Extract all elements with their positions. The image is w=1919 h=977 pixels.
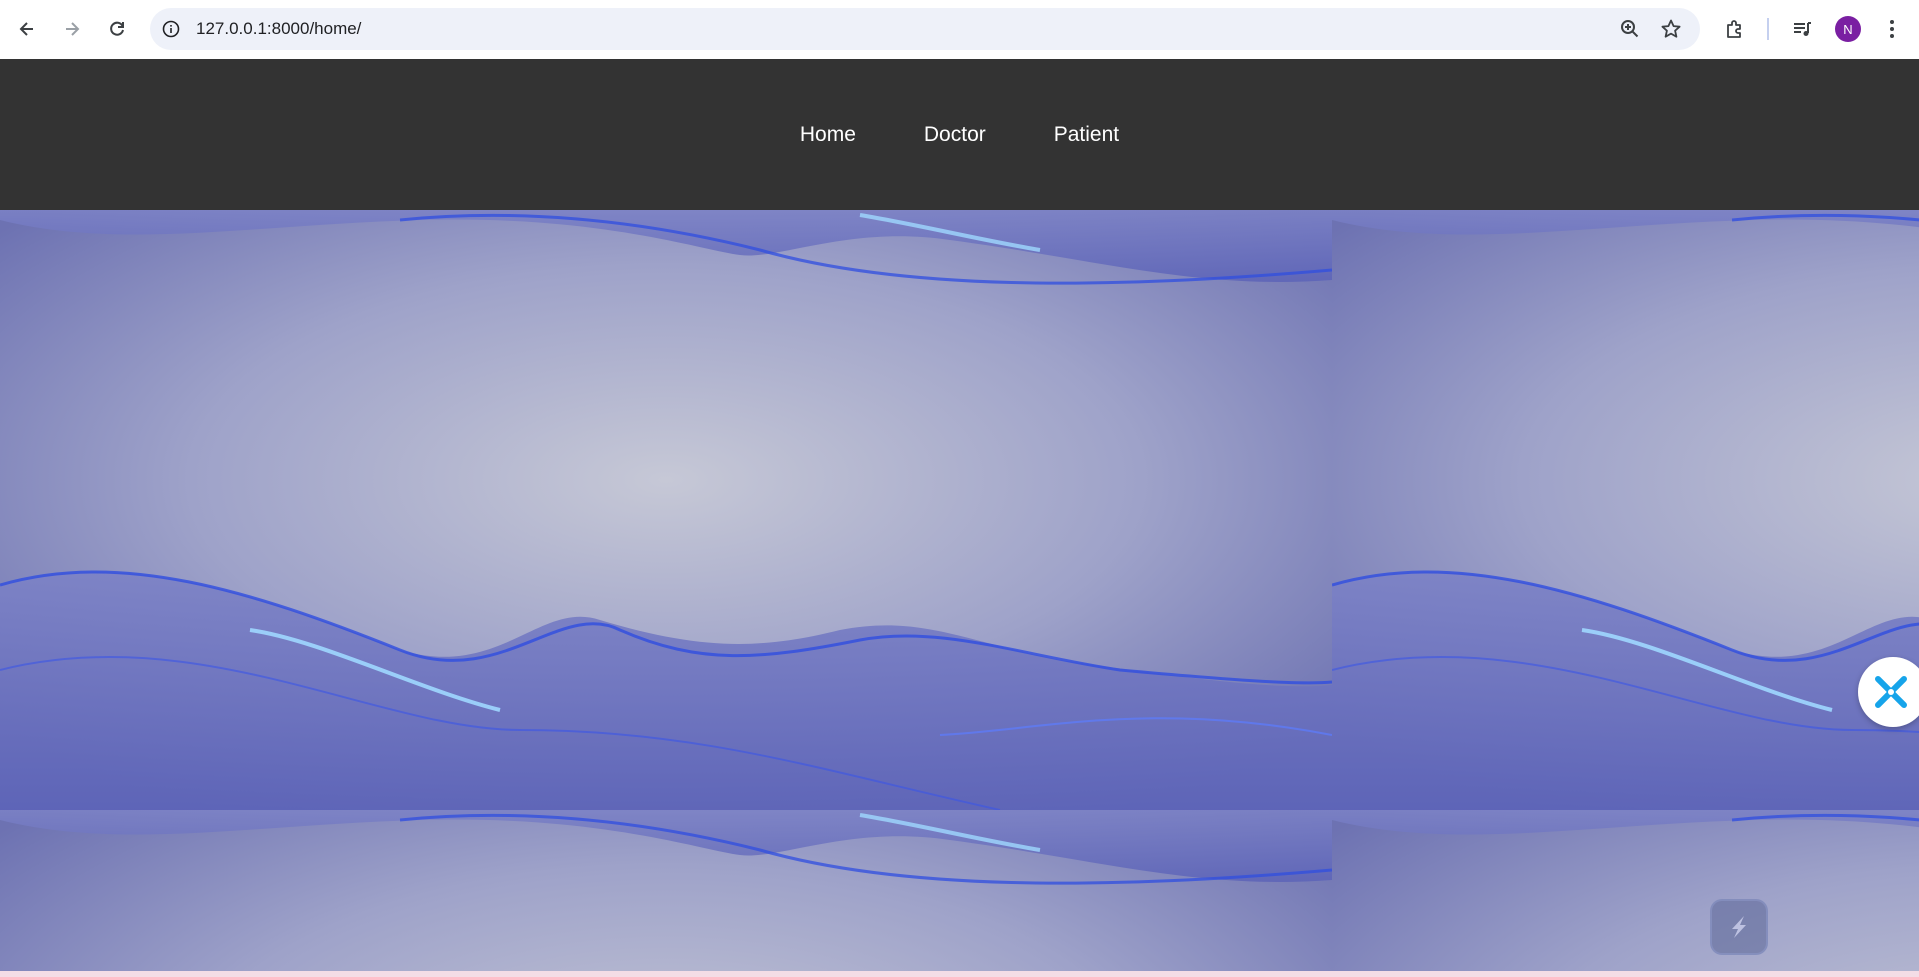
url-text[interactable]: 127.0.0.1:8000/home/ (196, 19, 361, 39)
nav-link-doctor[interactable]: Doctor (890, 123, 1020, 147)
main-navbar: Home Doctor Patient (0, 59, 1919, 210)
arrow-left-icon (19, 22, 33, 36)
address-bar[interactable]: 127.0.0.1:8000/home/ (150, 8, 1700, 50)
star-icon (1661, 19, 1681, 38)
kebab-menu-icon (1890, 20, 1894, 38)
browser-menu-button[interactable] (1877, 14, 1907, 44)
floating-assistant-button[interactable] (1858, 657, 1919, 727)
nav-link-patient[interactable]: Patient (1020, 123, 1153, 147)
reload-icon (110, 21, 124, 36)
media-control-button[interactable] (1787, 14, 1817, 44)
extensions-button[interactable] (1720, 14, 1750, 44)
arrow-right-icon (66, 22, 80, 36)
browser-toolbar: 127.0.0.1:8000/home/ N (0, 0, 1919, 59)
zoom-in-icon (1621, 20, 1639, 38)
profile-avatar[interactable]: N (1835, 16, 1861, 42)
puzzle-icon (1727, 20, 1741, 38)
bookmark-button[interactable] (1660, 18, 1682, 40)
site-info-button[interactable] (160, 18, 182, 40)
zoom-button[interactable] (1619, 18, 1641, 40)
info-icon (162, 20, 180, 38)
lightning-icon (1732, 916, 1746, 938)
reload-button[interactable] (102, 14, 132, 44)
back-button[interactable] (12, 14, 42, 44)
cross-logo-icon (1875, 676, 1907, 708)
forward-button[interactable] (57, 14, 87, 44)
nav-link-home[interactable]: Home (766, 123, 890, 147)
toolbar-divider (1767, 18, 1769, 40)
page-bottom-strip (0, 971, 1919, 977)
media-list-icon (1794, 22, 1811, 36)
extension-overlay-button[interactable] (1710, 899, 1768, 955)
page-content: Home Doctor Patient (0, 59, 1919, 977)
hero-background-image (0, 210, 1919, 971)
